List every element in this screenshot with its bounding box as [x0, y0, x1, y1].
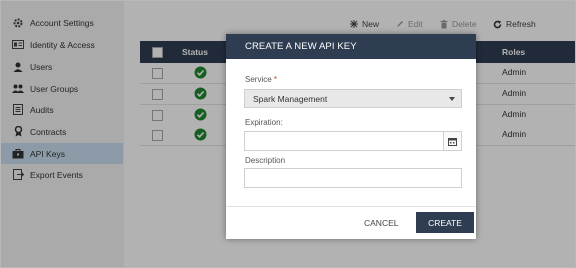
service-label: Service *: [245, 75, 277, 84]
create-api-key-dialog: CREATE A NEW API KEY Service * Spark Man…: [226, 34, 476, 239]
dialog-footer-divider: [226, 206, 476, 207]
cancel-button[interactable]: CANCEL: [364, 218, 398, 228]
calendar-icon: [448, 137, 457, 146]
dialog-title: CREATE A NEW API KEY: [245, 41, 357, 52]
description-field[interactable]: [244, 168, 462, 188]
dialog-header: CREATE A NEW API KEY: [226, 34, 476, 59]
expiration-field[interactable]: [244, 131, 462, 151]
service-select-value: Spark Management: [253, 93, 328, 104]
service-select[interactable]: Spark Management: [244, 89, 462, 108]
description-label: Description: [245, 156, 286, 165]
service-label-text: Service: [245, 75, 272, 84]
expiration-label: Expiration:: [245, 118, 283, 127]
required-marker: *: [273, 75, 278, 84]
app-window: Account Settings Identity & Access Users…: [0, 0, 576, 268]
calendar-button[interactable]: [443, 132, 461, 150]
chevron-down-icon: [449, 96, 455, 101]
create-button[interactable]: CREATE: [416, 212, 474, 233]
